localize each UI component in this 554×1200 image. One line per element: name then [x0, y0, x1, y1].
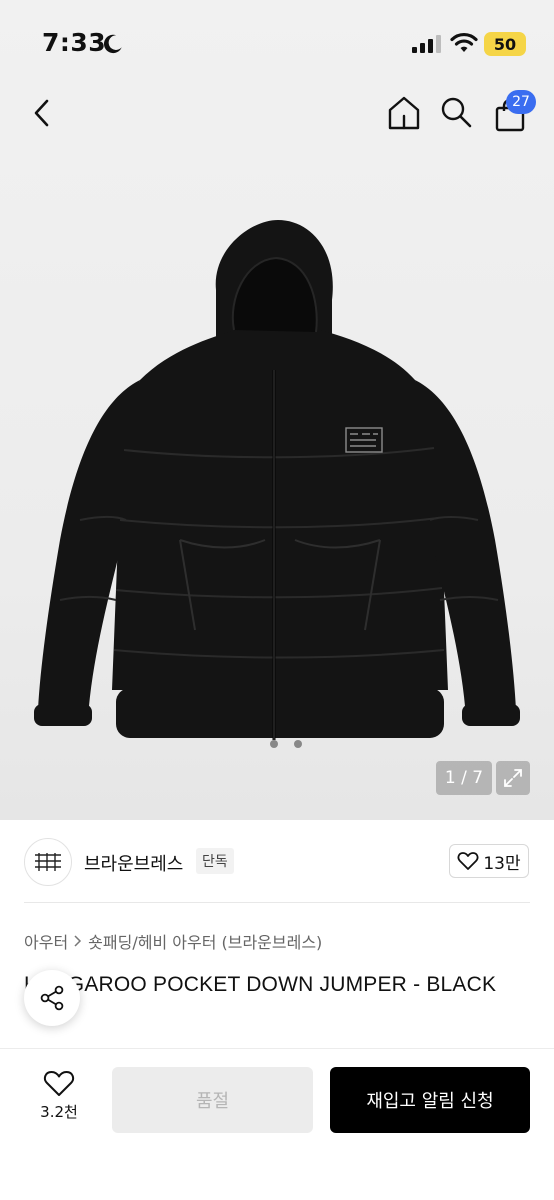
expand-icon — [504, 769, 522, 787]
search-icon[interactable] — [438, 94, 474, 130]
wishlist-count: 3.2천 — [40, 1103, 78, 1121]
breadcrumb-category[interactable]: 아우터 — [24, 929, 68, 953]
exclusive-badge: 단독 — [196, 848, 234, 874]
status-time: 7:33 — [42, 28, 107, 57]
breadcrumb: 아우터 숏패딩/헤비 아우터 (브라운브레스) — [24, 929, 322, 953]
image-counter-text: 1 / 7 — [444, 768, 484, 788]
brand-logo[interactable] — [24, 838, 72, 886]
home-icon[interactable] — [386, 94, 422, 132]
divider — [24, 902, 530, 903]
cart-count-badge: 27 — [506, 90, 536, 114]
restock-alert-button[interactable]: 재입고 알림 신청 — [330, 1067, 530, 1133]
status-bar: 7:33 50 — [0, 0, 554, 80]
back-icon[interactable] — [28, 96, 58, 130]
battery-indicator: 50 — [484, 32, 526, 56]
product-image[interactable] — [20, 220, 534, 760]
share-icon — [40, 985, 64, 1011]
nav-bar: 27 — [0, 86, 554, 142]
heart-icon — [43, 1071, 75, 1096]
brand-logo-icon — [35, 853, 61, 871]
bottom-action-bar: 3.2천 품절 재입고 알림 신청 — [0, 1048, 554, 1200]
battery-level: 50 — [493, 34, 517, 54]
soldout-label: 품절 — [195, 1091, 230, 1112]
chevron-right-icon — [74, 935, 82, 947]
brand-like-button[interactable]: 13만 — [449, 844, 529, 878]
breadcrumb-subcategory[interactable]: 숏패딩/헤비 아우터 (브라운브레스) — [88, 929, 322, 953]
expand-image-button[interactable] — [496, 761, 530, 795]
restock-alert-label: 재입고 알림 신청 — [366, 1091, 494, 1112]
signal-icon — [412, 35, 441, 53]
brand-like-count: 13만 — [483, 853, 521, 874]
product-title: KANGAROO POCKET DOWN JUMPER - BLACK — [24, 973, 497, 996]
image-counter: 1 / 7 — [436, 761, 492, 795]
brand-name[interactable]: 브라운브레스 — [84, 850, 183, 876]
brand-row: 브라운브레스 단독 13만 — [0, 820, 554, 904]
product-hero: 7:33 50 27 1 / 7 — [0, 0, 554, 820]
moon-icon — [103, 34, 122, 54]
soldout-button: 품절 — [112, 1067, 313, 1133]
heart-icon — [457, 852, 479, 870]
share-button[interactable] — [24, 970, 80, 1026]
cart-button[interactable]: 27 — [492, 90, 536, 136]
wifi-icon — [450, 32, 478, 52]
wishlist-button[interactable]: 3.2천 — [26, 1069, 92, 1133]
